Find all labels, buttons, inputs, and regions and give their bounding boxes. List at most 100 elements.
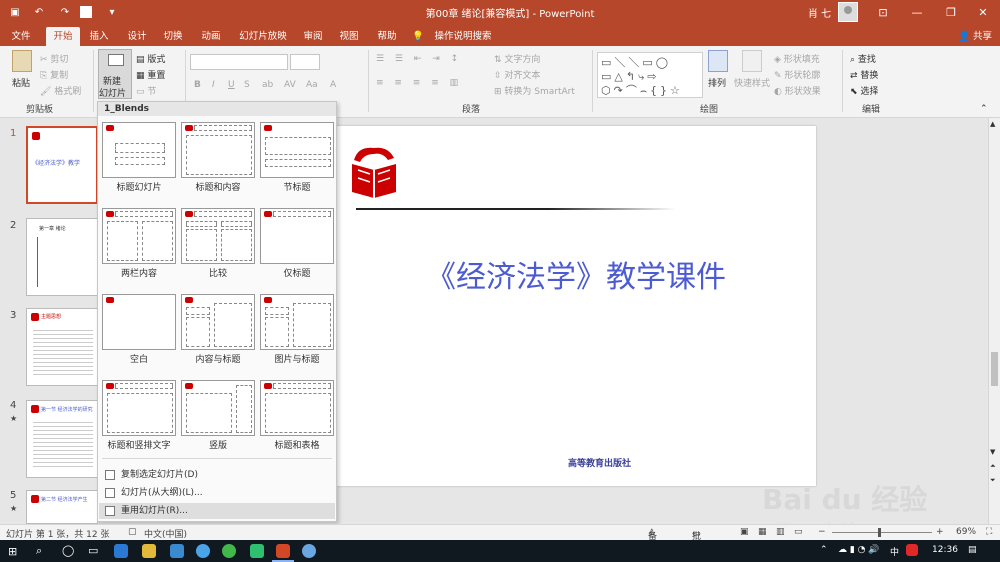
shape-outline-button[interactable]: ✎ 形状轮廓 — [774, 68, 820, 81]
customize-qat-icon[interactable]: ▾ — [106, 4, 118, 20]
strikethrough-button[interactable]: S — [244, 80, 250, 90]
tab-animations[interactable]: 动画 — [196, 27, 226, 46]
spellcheck-icon[interactable]: ▢ — [128, 527, 137, 537]
edge-icon[interactable] — [114, 544, 128, 558]
zoom-in-button[interactable]: + — [936, 527, 944, 537]
clock[interactable]: 12:36 — [932, 545, 958, 555]
layout-content-caption[interactable] — [181, 294, 255, 350]
language-status[interactable]: 中文(中国) — [144, 527, 187, 540]
layout-section-header[interactable] — [260, 122, 334, 178]
tab-transitions[interactable]: 切换 — [158, 27, 188, 46]
bold-button[interactable]: B — [194, 80, 201, 90]
start-icon[interactable]: ⊞ — [8, 545, 17, 558]
list-buttons[interactable]: ☰ ☰ ⇤ ⇥ ↕ — [376, 54, 462, 64]
arrange-button[interactable]: 排列 — [708, 76, 726, 89]
select-button[interactable]: ⬉ 选择 — [850, 84, 878, 97]
restore-button[interactable]: ❐ — [934, 0, 968, 24]
zoom-out-button[interactable]: − — [818, 527, 826, 537]
sorter-view-icon[interactable]: ▦ — [758, 527, 767, 537]
slides-from-outline-item[interactable]: 幻灯片(从大纲)(L)... — [99, 485, 335, 501]
layout-vertical[interactable] — [181, 380, 255, 436]
clock-app-icon[interactable] — [196, 544, 210, 558]
undo-icon[interactable]: ↶ — [32, 4, 46, 20]
search-icon[interactable]: ⌕ — [36, 544, 42, 558]
layout-comparison[interactable] — [181, 208, 255, 264]
tab-home[interactable]: 开始 — [46, 27, 80, 46]
tab-review[interactable]: 审阅 — [298, 27, 328, 46]
reset-button[interactable]: ▦ 重置 — [136, 68, 165, 81]
format-painter-button[interactable]: 🖌 格式刷 — [40, 84, 81, 97]
reuse-slides-item[interactable]: 重用幻灯片(R)... — [99, 503, 335, 519]
powerpoint-icon[interactable] — [276, 544, 290, 558]
cortana-icon[interactable]: ◯ — [62, 544, 74, 557]
change-case-button[interactable]: Aa — [306, 80, 318, 90]
ribbon-options-icon[interactable]: ⊡ — [866, 0, 900, 24]
play-icon[interactable] — [250, 544, 264, 558]
sogou-icon[interactable] — [906, 544, 918, 556]
layout-title-table[interactable] — [260, 380, 334, 436]
zoom-slider[interactable] — [832, 532, 932, 533]
layout-picture-caption[interactable] — [260, 294, 334, 350]
app-green-icon[interactable] — [222, 544, 236, 558]
shadow-button[interactable]: ab — [262, 80, 273, 90]
tab-help[interactable]: 帮助 — [372, 27, 402, 46]
explorer-icon[interactable] — [142, 544, 156, 558]
reading-view-icon[interactable]: ▥ — [776, 527, 785, 537]
char-spacing-button[interactable]: AV — [284, 80, 296, 90]
scroll-up-icon[interactable]: ▲ — [990, 120, 995, 128]
slideshow-view-icon[interactable]: ▭ — [794, 527, 803, 537]
tab-design[interactable]: 设计 — [122, 27, 152, 46]
touch-mode-icon[interactable] — [80, 6, 92, 18]
prev-slide-icon[interactable]: ⏶ — [990, 462, 996, 471]
tab-slideshow[interactable]: 幻灯片放映 — [236, 27, 290, 46]
publisher-text[interactable]: 高等教育出版社 — [568, 456, 631, 469]
zoom-level[interactable]: 69% — [956, 527, 976, 537]
tray-chevron-icon[interactable]: ⌃ — [820, 545, 828, 555]
layout-blank[interactable] — [102, 294, 176, 350]
smartart-button[interactable]: ⊞ 转换为 SmartArt — [494, 84, 575, 97]
browser-icon[interactable] — [302, 544, 316, 558]
cut-button[interactable]: ✂ 剪切 — [40, 52, 68, 65]
quick-styles-icon[interactable] — [742, 50, 762, 72]
tab-view[interactable]: 视图 — [334, 27, 364, 46]
section-button[interactable]: ▭ 节 — [136, 84, 156, 97]
duplicate-slide-item[interactable]: 复制选定幻灯片(D) — [99, 467, 335, 483]
layout-title-only[interactable] — [260, 208, 334, 264]
store-icon[interactable] — [170, 544, 184, 558]
copy-button[interactable]: ⎘ 复制 — [40, 68, 68, 81]
normal-view-icon[interactable]: ▣ — [740, 527, 749, 537]
font-name-combo[interactable] — [190, 54, 288, 70]
underline-button[interactable]: U — [228, 80, 235, 90]
zoom-slider-thumb[interactable] — [878, 528, 881, 537]
task-view-icon[interactable]: ▭ — [88, 544, 98, 557]
shape-fill-button[interactable]: ◈ 形状填充 — [774, 52, 820, 65]
minimize-button[interactable]: — — [900, 0, 934, 24]
layout-two-content[interactable] — [102, 208, 176, 264]
slide-thumbnail[interactable]: 第一节 经济法学的研究 — [26, 400, 98, 478]
align-text-button[interactable]: ⇳ 对齐文本 — [494, 68, 540, 81]
shape-effects-button[interactable]: ◐ 形状效果 — [774, 84, 821, 97]
align-buttons[interactable]: ≡ ≡ ≡ ≡ ▥ — [376, 78, 462, 88]
close-button[interactable]: ✕ — [966, 0, 1000, 24]
next-slide-icon[interactable]: ⏷ — [990, 476, 996, 485]
layout-title-slide[interactable] — [102, 122, 176, 178]
save-icon[interactable]: ▣ — [8, 4, 22, 20]
scroll-down-icon[interactable]: ▼ — [990, 448, 995, 456]
redo-icon[interactable]: ↷ — [58, 4, 72, 20]
vertical-scrollbar[interactable]: ▲ ▼ ⏶ ⏷ — [988, 118, 1000, 524]
slide-thumbnail[interactable]: 第一章 绪论 — [26, 218, 98, 296]
tab-insert[interactable]: 插入 — [84, 27, 114, 46]
new-slide-button[interactable]: 新建 幻灯片 — [98, 49, 132, 99]
ime-indicator[interactable]: 中 — [890, 545, 899, 558]
quick-styles-button[interactable]: 快速样式 — [734, 76, 770, 89]
collapse-ribbon-icon[interactable]: ⌃ — [980, 104, 988, 114]
layout-title-vertical-text[interactable] — [102, 380, 176, 436]
slide-thumbnail[interactable]: 《经济法学》教学 — [26, 126, 98, 204]
fit-slide-icon[interactable]: ⛶ — [986, 527, 992, 537]
italic-button[interactable]: I — [212, 80, 215, 90]
notification-icon[interactable]: ▤ — [968, 545, 977, 555]
tray-icons[interactable]: ☁ ▮ ◔ 🔊 — [838, 545, 880, 555]
layout-button[interactable]: ▤ 版式 — [136, 52, 165, 65]
slide-thumbnail[interactable]: 主题思想 — [26, 308, 98, 386]
replace-button[interactable]: ⇄ 替换 — [850, 68, 878, 81]
